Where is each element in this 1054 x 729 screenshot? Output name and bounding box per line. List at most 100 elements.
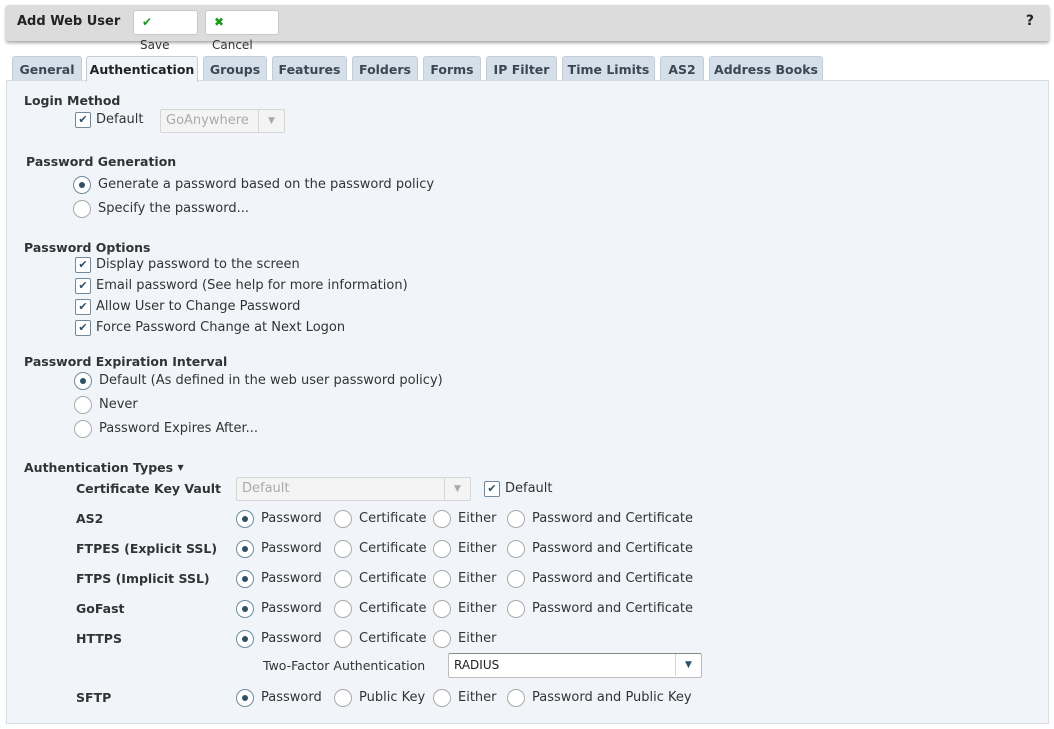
gofast-password-radio[interactable] xyxy=(236,600,254,618)
chevron-down-icon: ▼ xyxy=(675,654,701,676)
gofast-certificate-label: Certificate xyxy=(359,601,427,616)
auth-row-gofast-label: GoFast xyxy=(76,601,125,616)
gofast-password-and-certificate-label: Password and Certificate xyxy=(532,601,693,616)
key-vault-default-checkbox[interactable]: ✔ xyxy=(484,481,500,497)
tab-address-books[interactable]: Address Books xyxy=(709,56,823,81)
specify-password-radio[interactable] xyxy=(73,200,91,218)
certificate-key-vault-select[interactable]: Default ▼ xyxy=(236,477,471,501)
ftps-implicit-ssl-certificate-label: Certificate xyxy=(359,571,427,586)
display-password-label: Display password to the screen xyxy=(96,257,300,272)
email-password-label: Email password (See help for more inform… xyxy=(96,278,408,293)
ftpes-explicit-ssl-password-and-certificate-radio[interactable] xyxy=(507,540,525,558)
expiration-never-label: Never xyxy=(99,397,138,412)
login-default-label: Default xyxy=(96,112,144,127)
certificate-key-vault-label: Certificate Key Vault xyxy=(76,481,222,496)
login-method-select[interactable]: GoAnywhere ▼ xyxy=(160,109,285,133)
gofast-either-radio[interactable] xyxy=(433,600,451,618)
tab-general[interactable]: General xyxy=(12,56,82,81)
expiration-after-radio[interactable] xyxy=(74,420,92,438)
specify-password-label: Specify the password... xyxy=(98,201,250,216)
gofast-password-and-certificate-radio[interactable] xyxy=(507,600,525,618)
as2-certificate-label: Certificate xyxy=(359,511,427,526)
login-default-checkbox[interactable]: ✔ xyxy=(75,112,91,128)
check-icon: ✔ xyxy=(78,279,88,292)
password-generation-heading: Password Generation xyxy=(26,154,177,169)
chevron-down-icon: ▼ xyxy=(258,110,284,132)
help-button[interactable]: ? xyxy=(1026,13,1034,29)
as2-password-radio[interactable] xyxy=(236,510,254,528)
page-title: Add Web User xyxy=(17,14,121,29)
chevron-down-icon: ▼ xyxy=(444,478,470,500)
sftp-password-and-public-key-radio[interactable] xyxy=(507,689,525,707)
auth-row-https-label: HTTPS xyxy=(76,631,122,646)
as2-certificate-radio[interactable] xyxy=(334,510,352,528)
expiration-default-label: Default (As defined in the web user pass… xyxy=(99,373,443,388)
certificate-key-vault-value: Default xyxy=(242,481,290,496)
https-password-label: Password xyxy=(261,631,322,646)
authentication-panel: Login Method ✔ Default GoAnywhere ▼ Pass… xyxy=(6,80,1049,724)
sftp-public-key-radio[interactable] xyxy=(334,689,352,707)
as2-either-radio[interactable] xyxy=(433,510,451,528)
authentication-types-heading: Authentication Types xyxy=(24,460,174,475)
password-expiration-heading: Password Expiration Interval xyxy=(24,354,228,369)
tab-time-limits[interactable]: Time Limits xyxy=(562,56,655,81)
cancel-button[interactable]: ✖ Cancel xyxy=(205,10,279,52)
tab-features[interactable]: Features xyxy=(272,56,347,81)
expiration-default-radio[interactable] xyxy=(74,372,92,390)
ftpes-explicit-ssl-either-radio[interactable] xyxy=(433,540,451,558)
gofast-password-label: Password xyxy=(261,601,322,616)
ftpes-explicit-ssl-certificate-label: Certificate xyxy=(359,541,427,556)
sftp-password-label: Password xyxy=(261,690,322,705)
display-password-checkbox[interactable]: ✔ xyxy=(75,257,91,273)
tab-folders[interactable]: Folders xyxy=(352,56,418,81)
ftpes-explicit-ssl-password-and-certificate-label: Password and Certificate xyxy=(532,541,693,556)
allow-change-password-checkbox[interactable]: ✔ xyxy=(75,299,91,315)
two-factor-select[interactable]: RADIUS ▼ xyxy=(448,653,702,678)
https-either-radio[interactable] xyxy=(433,630,451,648)
https-password-radio[interactable] xyxy=(236,630,254,648)
ftpes-explicit-ssl-either-label: Either xyxy=(458,541,497,556)
generate-policy-radio[interactable] xyxy=(73,176,91,194)
ftps-implicit-ssl-password-radio[interactable] xyxy=(236,570,254,588)
tab-groups[interactable]: Groups xyxy=(203,56,267,81)
password-options-heading: Password Options xyxy=(24,240,151,255)
toolbar: Add Web User ✔ Save ✖ Cancel ? xyxy=(6,5,1049,52)
sftp-password-radio[interactable] xyxy=(236,689,254,707)
auth-row-ftps-implicit-ssl-label: FTPS (Implicit SSL) xyxy=(76,571,210,586)
generate-policy-label: Generate a password based on the passwor… xyxy=(98,177,435,192)
https-certificate-label: Certificate xyxy=(359,631,427,646)
ftpes-explicit-ssl-certificate-radio[interactable] xyxy=(334,540,352,558)
ftpes-explicit-ssl-password-radio[interactable] xyxy=(236,540,254,558)
authentication-types-toggle[interactable]: Authentication Types ▼ xyxy=(24,460,184,475)
expiration-after-label: Password Expires After... xyxy=(99,421,259,436)
expiration-never-radio[interactable] xyxy=(74,396,92,414)
email-password-checkbox[interactable]: ✔ xyxy=(75,278,91,294)
https-certificate-radio[interactable] xyxy=(334,630,352,648)
gofast-either-label: Either xyxy=(458,601,497,616)
check-icon: ✔ xyxy=(487,482,497,495)
sftp-either-label: Either xyxy=(458,690,497,705)
ftps-implicit-ssl-either-radio[interactable] xyxy=(433,570,451,588)
tab-forms[interactable]: Forms xyxy=(423,56,481,81)
check-icon: ✔ xyxy=(78,300,88,313)
ftps-implicit-ssl-certificate-radio[interactable] xyxy=(334,570,352,588)
ftps-implicit-ssl-either-label: Either xyxy=(458,571,497,586)
sftp-either-radio[interactable] xyxy=(433,689,451,707)
tab-authentication[interactable]: Authentication xyxy=(86,56,198,82)
ftps-implicit-ssl-password-and-certificate-radio[interactable] xyxy=(507,570,525,588)
check-icon: ✔ xyxy=(78,258,88,271)
tab-as2[interactable]: AS2 xyxy=(660,56,704,81)
gofast-certificate-radio[interactable] xyxy=(334,600,352,618)
https-either-label: Either xyxy=(458,631,497,646)
auth-row-ftpes-explicit-ssl-label: FTPES (Explicit SSL) xyxy=(76,541,218,556)
key-vault-default-label: Default xyxy=(505,481,553,496)
allow-change-password-label: Allow User to Change Password xyxy=(96,299,301,314)
save-button[interactable]: ✔ Save xyxy=(133,10,198,52)
tab-ip-filter[interactable]: IP Filter xyxy=(486,56,557,81)
close-icon: ✖ xyxy=(213,15,225,29)
force-password-change-label: Force Password Change at Next Logon xyxy=(96,320,346,335)
ftps-implicit-ssl-password-label: Password xyxy=(261,571,322,586)
as2-password-and-certificate-radio[interactable] xyxy=(507,510,525,528)
force-password-change-checkbox[interactable]: ✔ xyxy=(75,320,91,336)
check-icon: ✔ xyxy=(78,113,88,126)
